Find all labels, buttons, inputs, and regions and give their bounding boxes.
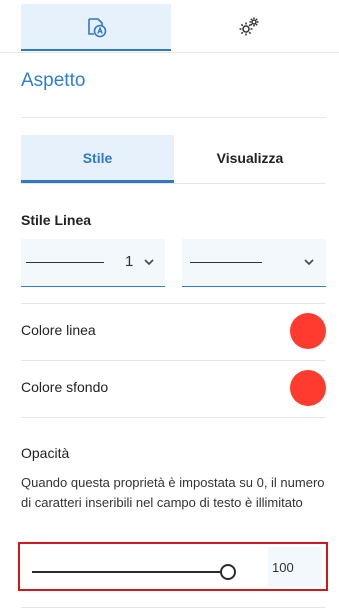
tab-settings[interactable] xyxy=(171,4,326,50)
opacity-description: Quando questa proprietà è impostata su 0… xyxy=(21,475,325,510)
line-color-swatch[interactable] xyxy=(290,313,326,349)
line-sample xyxy=(26,262,104,263)
divider xyxy=(21,117,326,118)
opacity-value-input[interactable]: 100 xyxy=(268,547,322,587)
divider xyxy=(21,607,326,608)
section-title: Aspetto xyxy=(21,70,86,91)
gears-icon xyxy=(239,17,258,36)
text-style-icon xyxy=(88,17,107,37)
opacity-slider-track[interactable] xyxy=(32,571,229,573)
chevron-down-icon xyxy=(304,259,314,266)
opacity-slider-thumb[interactable] xyxy=(220,564,236,580)
divider xyxy=(21,360,326,361)
line-style-label: Stile Linea xyxy=(21,212,92,228)
sub-tab-bar: Stile Visualizza xyxy=(21,135,326,184)
opacity-slider-group: 100 xyxy=(18,542,328,591)
divider xyxy=(21,303,326,304)
tab-style[interactable] xyxy=(21,4,171,51)
divider xyxy=(21,417,326,418)
top-tab-bar xyxy=(0,0,339,53)
line-color-label: Colore linea xyxy=(21,322,96,338)
opacity-label: Opacità xyxy=(21,445,70,461)
line-pattern-select[interactable] xyxy=(182,239,326,287)
line-thickness-value: 1 xyxy=(125,253,134,270)
line-pattern-sample xyxy=(190,262,262,263)
background-color-swatch[interactable] xyxy=(290,370,326,406)
chevron-down-icon xyxy=(144,259,154,266)
tab-visualizza[interactable]: Visualizza xyxy=(174,135,326,181)
background-color-label: Colore sfondo xyxy=(21,379,109,395)
tab-stile[interactable]: Stile xyxy=(21,135,174,183)
line-thickness-select[interactable]: 1 xyxy=(21,239,165,287)
